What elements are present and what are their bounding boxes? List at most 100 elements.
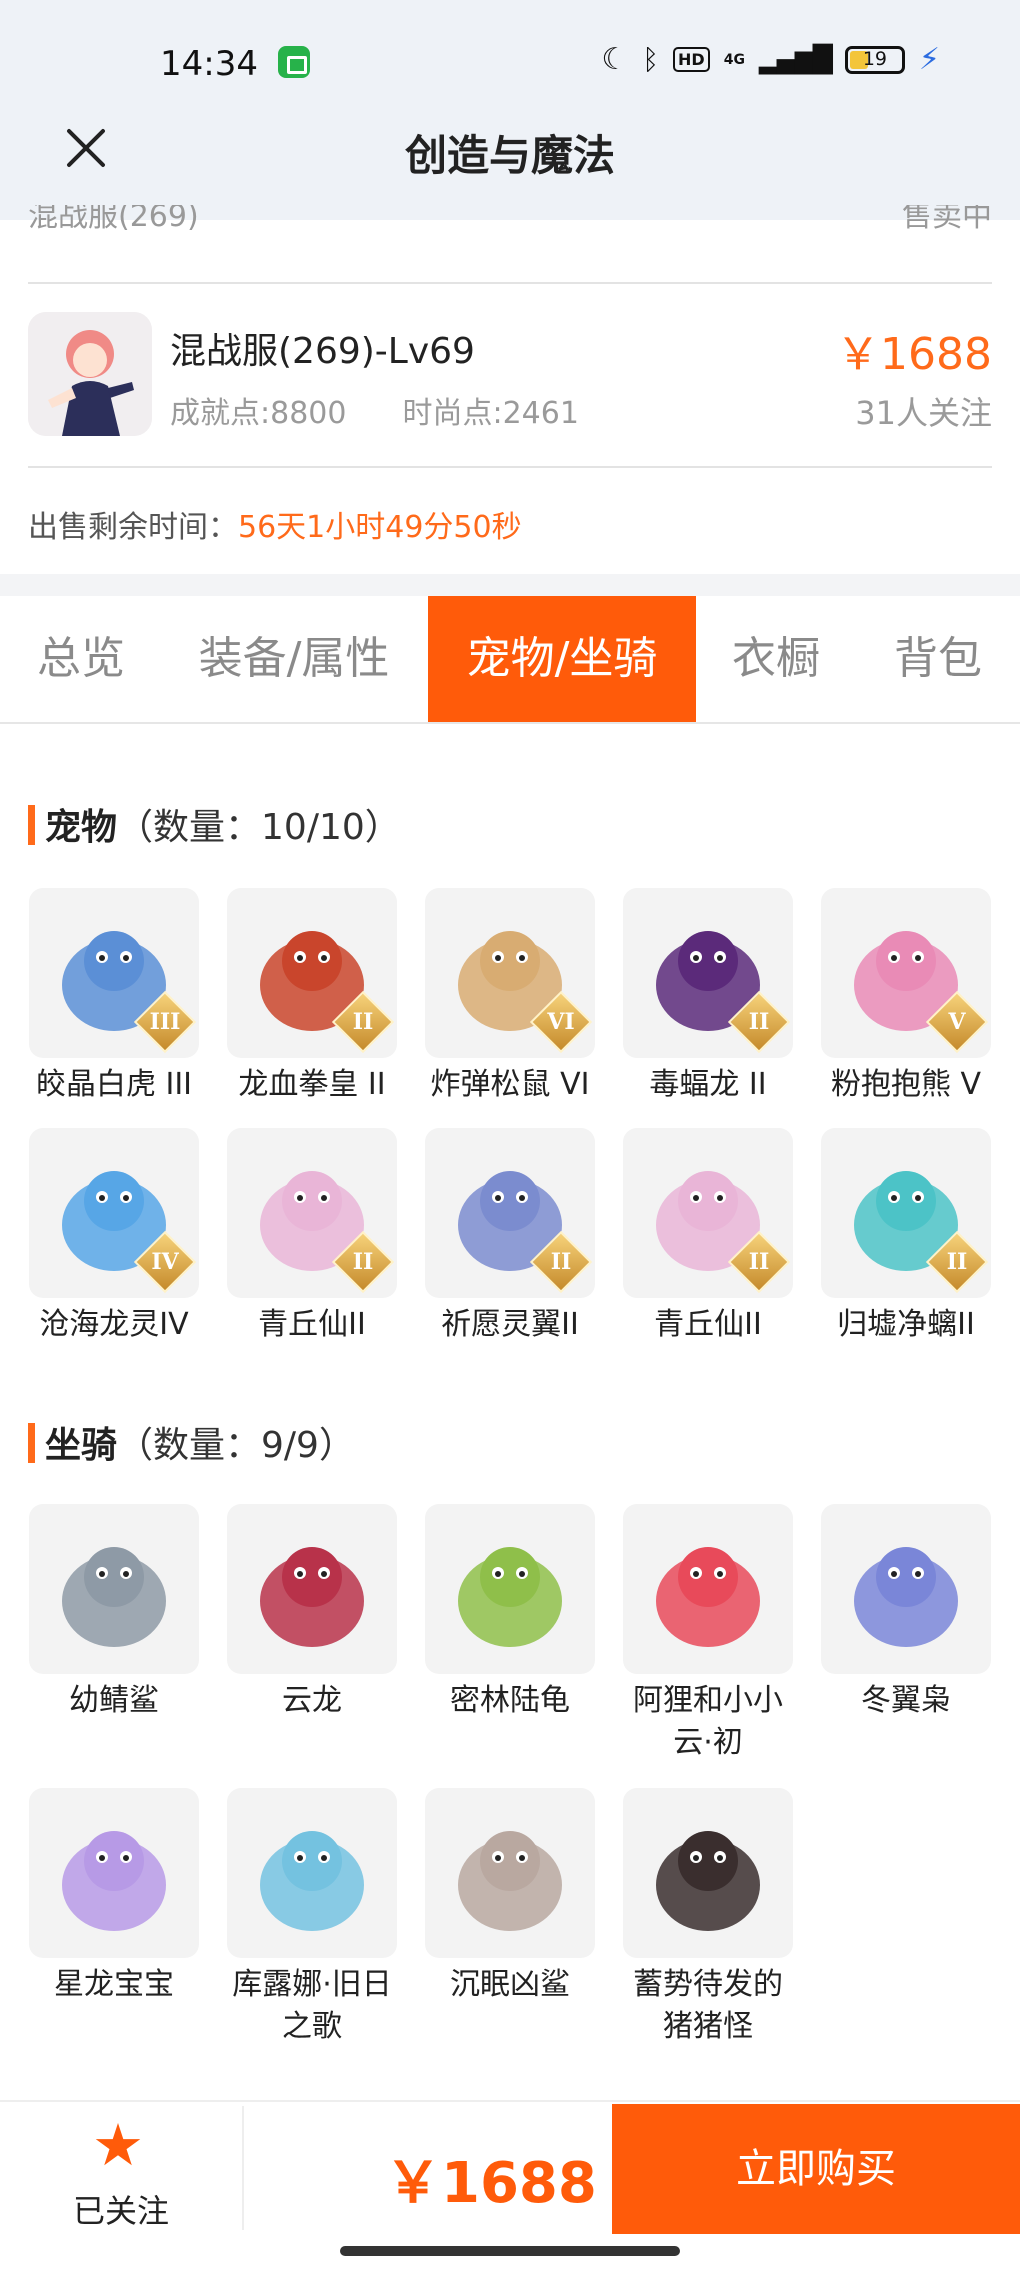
- creature-illustration: [260, 1831, 364, 1931]
- mount-image: [227, 1788, 397, 1958]
- rank-label: II: [352, 1249, 374, 1275]
- pet-image: VI: [425, 888, 595, 1058]
- mounts-title: 坐骑: [45, 1425, 118, 1466]
- pet-name: 粉抱抱熊 V: [830, 1067, 982, 1102]
- pets-title: 宠物: [45, 807, 118, 848]
- pet-card[interactable]: II 青丘仙II: [224, 1128, 400, 1346]
- mount-image: [425, 1504, 595, 1674]
- mount-card[interactable]: 蓄势待发的猪猪怪: [620, 1788, 796, 2048]
- character-avatar: [28, 312, 152, 436]
- bluetooth-icon: ᛒ: [642, 43, 660, 76]
- pet-image: II: [623, 1128, 793, 1298]
- rank-label: II: [946, 1249, 968, 1275]
- server-label: 混战服(269): [28, 205, 199, 233]
- rank-label: IV: [151, 1249, 179, 1275]
- section-marker: [28, 805, 35, 845]
- rank-label: V: [948, 1009, 966, 1035]
- network-label: 4G: [723, 51, 745, 68]
- bottom-price: ￥1688: [385, 2151, 597, 2216]
- mount-card[interactable]: 冬翼枭: [818, 1504, 994, 1722]
- section-gap: [0, 574, 1020, 596]
- pet-name: 龙血拳皇 II: [238, 1067, 386, 1102]
- pets-grid: III 皎晶白虎 III II 龙血拳皇 II VI 炸弹松鼠 VI II 毒蝠龙 II V 粉抱…: [26, 888, 994, 1348]
- creature-illustration: [458, 1831, 562, 1931]
- pet-name: 毒蝠龙 II: [649, 1067, 767, 1102]
- pet-name: 沧海龙灵IV: [39, 1307, 189, 1342]
- watcher-count: 31人关注: [855, 394, 992, 432]
- pet-card[interactable]: V 粉抱抱熊 V: [818, 888, 994, 1106]
- pet-card[interactable]: III 皎晶白虎 III: [26, 888, 202, 1106]
- scrolled-summary-row: 混战服(269) 售卖中: [28, 205, 992, 233]
- pet-card[interactable]: II 毒蝠龙 II: [620, 888, 796, 1106]
- pet-card[interactable]: II 青丘仙II: [620, 1128, 796, 1346]
- remaining-time: 出售剩余时间：56天1小时49分50秒: [28, 502, 522, 546]
- mount-name: 蓄势待发的猪猪怪: [633, 1967, 783, 2044]
- rank-label: VI: [547, 1009, 575, 1035]
- tab-bag[interactable]: 背包: [862, 596, 1014, 722]
- pet-name: 青丘仙II: [654, 1307, 762, 1342]
- pet-card[interactable]: II 龙血拳皇 II: [224, 888, 400, 1106]
- pet-card[interactable]: II 祈愿灵翼II: [422, 1128, 598, 1346]
- mount-name: 库露娜·旧日之歌: [232, 1967, 392, 2044]
- mount-image: [29, 1788, 199, 1958]
- mount-card[interactable]: 幼鲭鲨: [26, 1504, 202, 1722]
- mount-image: [29, 1504, 199, 1674]
- pet-card[interactable]: IV 沧海龙灵IV: [26, 1128, 202, 1346]
- pet-name: 青丘仙II: [258, 1307, 366, 1342]
- app-notification-icon: [278, 46, 310, 78]
- remaining-time-label: 出售剩余时间：: [28, 510, 238, 545]
- remaining-time-value: 56天1小时49分50秒: [238, 510, 522, 545]
- item-name: 混战服(269)-Lv69: [170, 331, 475, 372]
- pet-image: II: [227, 1128, 397, 1298]
- tab-equipment[interactable]: 装备/属性: [172, 596, 416, 722]
- pet-image: III: [29, 888, 199, 1058]
- mount-card[interactable]: 沉眠凶鲨: [422, 1788, 598, 2006]
- tab-overview[interactable]: 总览: [0, 596, 162, 722]
- mount-name: 阿狸和小小云·初: [633, 1683, 783, 1760]
- pets-count: （数量：10/10）: [117, 807, 401, 848]
- pet-image: V: [821, 888, 991, 1058]
- pet-card[interactable]: II 归墟净螭II: [818, 1128, 994, 1346]
- battery-level: 19: [862, 47, 888, 70]
- mounts-count: （数量：9/9）: [117, 1425, 355, 1466]
- page-title: 创造与魔法: [404, 131, 615, 180]
- fashion-points: 时尚点:2461: [402, 396, 579, 431]
- signal-icon: ▂▄▆█: [758, 44, 833, 75]
- item-meta: 成就点:8800 时尚点:2461: [170, 388, 579, 432]
- mount-image: [623, 1504, 793, 1674]
- achievement-points: 成就点:8800: [170, 396, 347, 431]
- rank-label: II: [748, 1249, 770, 1275]
- pet-card[interactable]: VI 炸弹松鼠 VI: [422, 888, 598, 1106]
- creature-illustration: [656, 1831, 760, 1931]
- divider: [242, 2106, 244, 2230]
- mount-name: 密林陆龟: [450, 1683, 570, 1718]
- rank-label: II: [748, 1009, 770, 1035]
- mount-card[interactable]: 阿狸和小小云·初: [620, 1504, 796, 1764]
- rank-label: II: [352, 1009, 374, 1035]
- mount-card[interactable]: 密林陆龟: [422, 1504, 598, 1722]
- mount-card[interactable]: 云龙: [224, 1504, 400, 1722]
- moon-icon: ☾: [601, 42, 629, 77]
- mount-card[interactable]: 星龙宝宝: [26, 1788, 202, 2006]
- pet-image: IV: [29, 1128, 199, 1298]
- divider: [28, 282, 992, 284]
- home-indicator[interactable]: [340, 2246, 680, 2256]
- star-icon: ★: [92, 2111, 144, 2179]
- creature-illustration: [458, 1547, 562, 1647]
- creature-illustration: [62, 1831, 166, 1931]
- creature-illustration: [62, 1547, 166, 1647]
- top-bar: 14:34 ☾ ᛒ HD 4G ▂▄▆█ 19 ⚡ 创造与魔法: [0, 0, 1020, 220]
- status-icons: ☾ ᛒ HD 4G ▂▄▆█ 19 ⚡: [601, 42, 940, 77]
- buy-now-button[interactable]: 立即购买: [612, 2104, 1020, 2234]
- tab-wardrobe[interactable]: 衣橱: [696, 596, 856, 722]
- follow-label: 已关注: [72, 2192, 169, 2230]
- divider: [28, 466, 992, 468]
- mount-image: [227, 1504, 397, 1674]
- follow-button[interactable]: ★ 已关注: [0, 2102, 242, 2232]
- mount-card[interactable]: 库露娜·旧日之歌: [224, 1788, 400, 2048]
- section-marker: [28, 1423, 35, 1463]
- tab-pets-mounts[interactable]: 宠物/坐骑: [428, 596, 696, 722]
- pets-section-title: 宠物（数量：10/10）: [28, 798, 401, 850]
- pet-image: II: [623, 888, 793, 1058]
- pet-name: 归墟净螭II: [837, 1307, 975, 1342]
